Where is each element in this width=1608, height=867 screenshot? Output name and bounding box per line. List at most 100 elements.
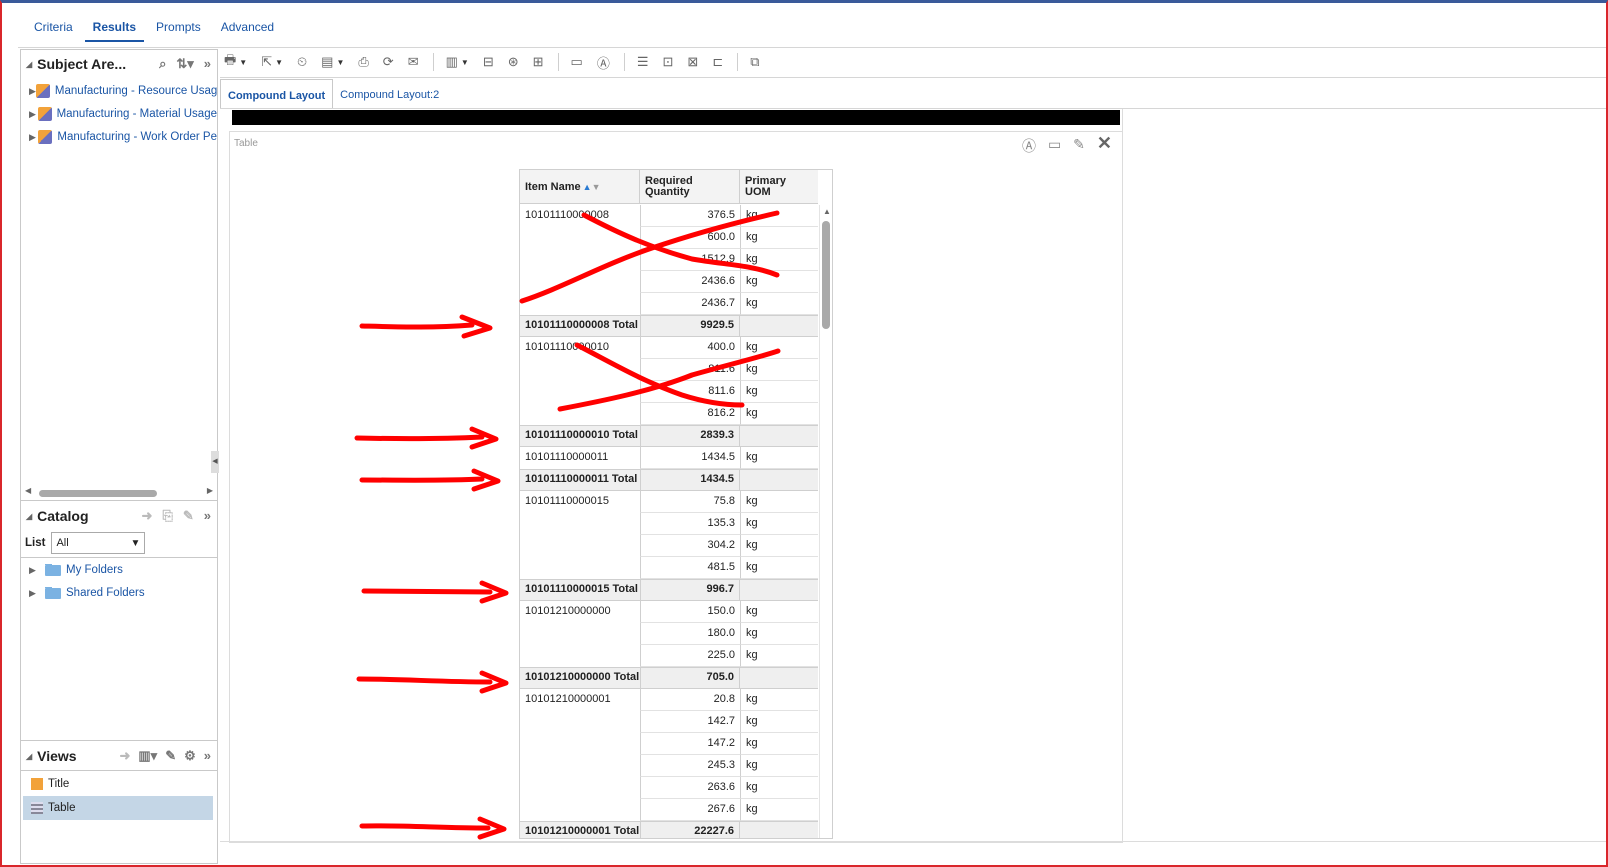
sort-descending-icon[interactable]: ▼ (592, 182, 601, 192)
tab-prompts[interactable]: Prompts (148, 17, 209, 42)
xyz-icon[interactable]: ▭ (571, 54, 583, 70)
uom-cell: kg (740, 755, 818, 777)
layout-icon[interactable]: ⊡ (663, 54, 674, 70)
quantity-cell: 811.6 (640, 359, 740, 381)
total-value: 705.0 (640, 668, 740, 688)
copy-icon[interactable]: ⎘ (162, 508, 172, 524)
quantity-cell: 600.0 (640, 227, 740, 249)
tab-compound-layout[interactable]: Compound Layout (220, 79, 334, 108)
folder-item-my-folders[interactable]: ▶ My Folders (29, 564, 217, 576)
uom-cell: kg (740, 381, 818, 403)
horizontal-scrollbar[interactable]: ◀ ▶ (25, 486, 213, 500)
folder-item-shared-folders[interactable]: ▶ Shared Folders (29, 587, 217, 599)
total-row: 10101110000011 Total 1434.5 (520, 469, 818, 491)
collapse-icon[interactable]: ◢ (26, 512, 32, 521)
quantity-cell: 2436.7 (640, 293, 740, 315)
column-header-item-name[interactable]: Item Name ▲ ▼ (520, 170, 640, 203)
tab-advanced[interactable]: Advanced (213, 17, 282, 42)
add-view-icon[interactable]: ▥▾ (138, 748, 157, 764)
arrow-right-icon[interactable]: ➜ (142, 508, 153, 524)
pivot-table: Item Name ▲ ▼ Required Quantity Primary UOM… (519, 169, 833, 839)
email-icon[interactable]: ✉ (408, 54, 419, 70)
uom-cell: kg (740, 249, 818, 271)
column-header-primary-uom[interactable]: Primary UOM (740, 170, 818, 203)
uom-cell: kg (740, 733, 818, 755)
expand-panel-icon[interactable]: » (204, 56, 211, 72)
view-item-title[interactable]: Title (23, 772, 213, 796)
total-value: 22227.6 (640, 822, 740, 838)
total-row: 10101210000000 Total 705.0 (520, 667, 818, 689)
schedule-icon[interactable]: ⏲ (297, 54, 307, 70)
tab-compound-layout-2[interactable]: Compound Layout:2 (333, 79, 446, 108)
expand-panel-icon[interactable]: » (204, 748, 211, 764)
column-header-required-quantity[interactable]: Required Quantity (640, 170, 740, 203)
xyz-icon[interactable]: ▭ (1048, 136, 1061, 156)
view-tools: Ⓐ ▭ ✎ ✕ (1022, 134, 1112, 156)
toolbar: 🖶 ▼ ⇱ ▼ ⏲ ▤ ▼ ⎙ ⟳ ✉ ▥ ▼ ⊟ ⊛ ⊞ ▭ Ⓐ ☰ ⊡ ⊠ ⊏ ⧉ (224, 49, 774, 75)
format-icon[interactable]: Ⓐ (1022, 136, 1036, 156)
subject-areas-title: Subject Are... (37, 56, 127, 72)
pencil-icon[interactable]: ✎ (183, 508, 194, 524)
close-icon[interactable]: ✕ (1097, 134, 1112, 156)
redaction-bar (232, 110, 1120, 125)
collapse-icon[interactable]: ◢ (26, 752, 32, 761)
expand-icon[interactable]: ▶ (29, 588, 45, 599)
expand-icon[interactable]: ▶ (29, 132, 38, 143)
delete-layout-icon[interactable]: ⊠ (687, 54, 698, 70)
divider (21, 770, 217, 771)
column-properties-icon[interactable]: ☰ (637, 54, 649, 70)
refresh-icon[interactable]: ⟳ (383, 54, 394, 70)
selection-steps-icon[interactable]: ⊞ (533, 54, 544, 70)
search-icon[interactable]: ⌕ (159, 56, 166, 72)
sort-icon[interactable]: ⇅▾ (176, 56, 193, 72)
expand-icon[interactable]: ▶ (29, 565, 45, 576)
item-name-cell: 10101110000011 (525, 451, 609, 463)
subject-area-item[interactable]: ▶ Manufacturing - Work Order Pe (29, 130, 217, 144)
rename-icon[interactable]: ⊏ (712, 54, 723, 70)
view-label: Table (234, 138, 258, 149)
uom-cell: kg (740, 557, 818, 579)
expand-panel-icon[interactable]: » (204, 508, 211, 524)
quantity-cell: 20.8 (640, 689, 740, 711)
subject-area-item[interactable]: ▶ Manufacturing - Material Usage (29, 107, 217, 121)
scroll-up-icon[interactable]: ▲ (823, 207, 831, 216)
expand-icon[interactable]: ▶ (29, 86, 36, 97)
tab-criteria[interactable]: Criteria (26, 17, 81, 42)
subject-area-item[interactable]: ▶ Manufacturing - Resource Usag (29, 84, 217, 98)
panel-splitter[interactable]: ◀ (211, 451, 219, 473)
print-icon[interactable]: 🖶 ▼ (224, 51, 247, 73)
total-value: 9929.5 (640, 316, 740, 336)
view-item-table[interactable]: Table (23, 796, 213, 820)
arrow-right-icon[interactable]: ➜ (119, 748, 130, 764)
expand-icon[interactable]: ▶ (29, 109, 38, 120)
list-select[interactable]: All ▼ (51, 532, 146, 554)
collapse-icon[interactable]: ◢ (26, 60, 32, 69)
item-name-cell: 10101110000008 (525, 209, 610, 221)
filters-icon[interactable]: ⊛ (508, 54, 519, 70)
uom-cell: kg (740, 227, 818, 249)
view-options-icon[interactable]: ⚙ (184, 748, 196, 764)
chevron-down-icon: ▼ (130, 537, 141, 549)
divider (18, 47, 1606, 48)
remove-filter-icon[interactable]: ⊟ (483, 54, 494, 70)
vertical-scrollbar[interactable]: ▲ (819, 205, 832, 838)
uom-cell: kg (740, 645, 818, 667)
total-value: 1434.5 (640, 470, 740, 490)
scrollbar-thumb[interactable] (822, 221, 830, 329)
scrollbar-thumb[interactable] (39, 490, 157, 497)
pencil-icon[interactable]: ✎ (165, 748, 176, 764)
sort-ascending-icon[interactable]: ▲ (583, 182, 592, 192)
title-view-icon (31, 778, 43, 790)
preview-icon[interactable]: ⎙ (358, 54, 368, 70)
export-icon[interactable]: ⇱ ▼ (261, 54, 283, 70)
chart-icon[interactable]: ⧉ (750, 54, 759, 70)
total-value: 996.7 (640, 580, 740, 600)
new-view-icon[interactable]: ▥ ▼ (446, 54, 469, 70)
uom-cell: kg (740, 689, 818, 711)
text-icon[interactable]: Ⓐ (597, 53, 610, 72)
print-options-icon[interactable]: ▤ ▼ (321, 54, 344, 70)
quantity-cell: 2436.6 (640, 271, 740, 293)
pencil-icon[interactable]: ✎ (1073, 136, 1085, 156)
tab-results[interactable]: Results (84, 17, 145, 42)
uom-cell: kg (740, 403, 818, 425)
